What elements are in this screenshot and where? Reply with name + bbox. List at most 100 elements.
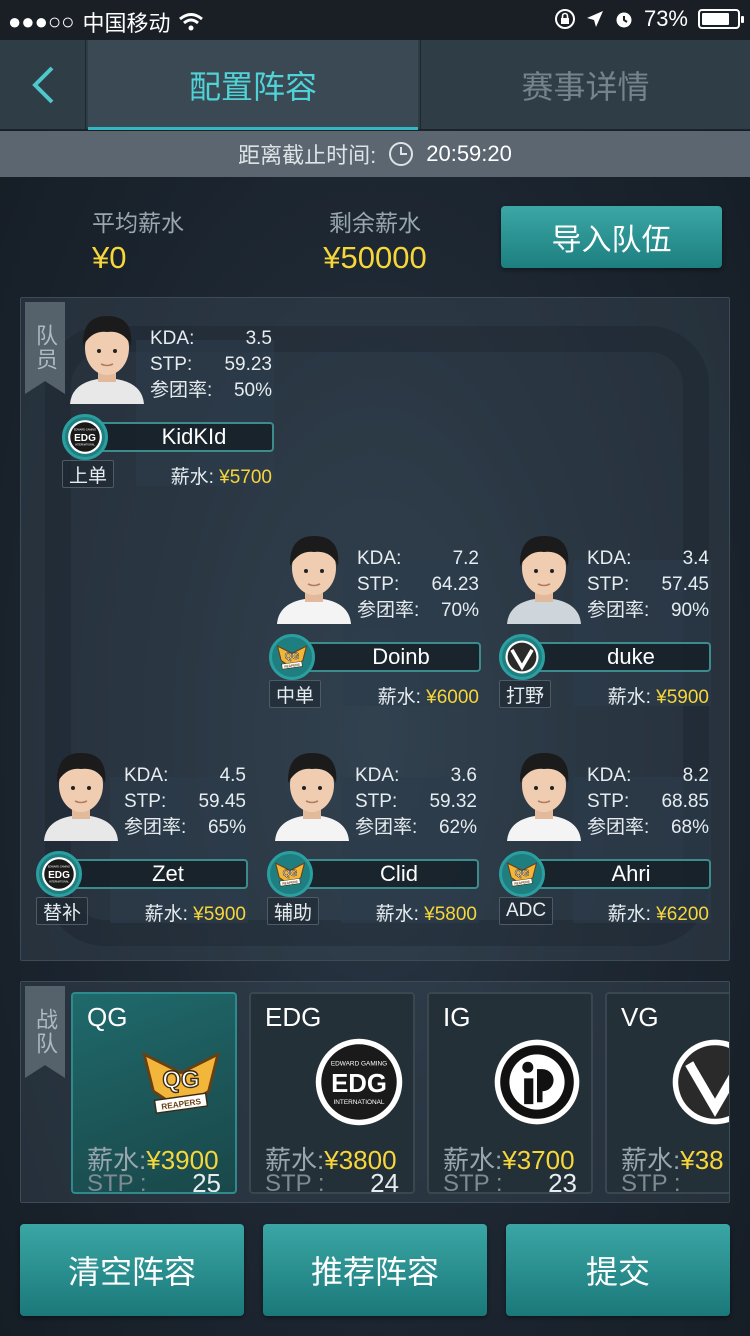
kda-label: KDA: xyxy=(150,328,195,349)
team-card-vg[interactable]: VG 薪水:¥38 STP : xyxy=(605,992,729,1194)
svg-text:EDWARD GAMING: EDWARD GAMING xyxy=(48,866,70,869)
team-name: VG xyxy=(621,1002,659,1032)
kda-label: KDA: xyxy=(357,548,402,569)
vg-logo-icon xyxy=(505,640,539,674)
player-card[interactable]: KDA: 4.5 STP: 59.45 参团率: 65% Zet EDWARD GAM… xyxy=(36,741,248,929)
rate-value: 90% xyxy=(670,600,709,621)
battery-percent: 73% xyxy=(643,6,688,31)
player-card[interactable]: KDA: 8.2 STP: 68.85 参团率: 68% Ahri QG REAPER… xyxy=(499,741,711,929)
player-position: 替补 xyxy=(36,897,89,925)
avatar xyxy=(267,741,357,841)
player-salary: 薪水: ¥5700 xyxy=(171,462,272,489)
avatar xyxy=(269,524,359,624)
team-stp-label: STP : xyxy=(265,1170,325,1194)
rate-label: 参团率: xyxy=(124,817,187,838)
salary-label: 薪水: xyxy=(170,467,214,488)
avatar xyxy=(499,524,589,624)
player-card[interactable]: KDA: 3.4 STP: 57.45 参团率: 90% duke 打野 薪水: ¥5… xyxy=(499,524,711,712)
player-avatar xyxy=(277,536,351,624)
remaining-salary: 剩余薪水 ¥50000 xyxy=(310,204,440,276)
kda-value: 3.5 xyxy=(245,328,272,349)
svg-text:EDG: EDG xyxy=(331,1070,387,1098)
rate-value: 68% xyxy=(670,817,709,838)
stp-label: STP: xyxy=(587,791,630,812)
team-stp-label: STP : xyxy=(443,1170,503,1194)
qg-logo-icon: QG REAPERS xyxy=(276,645,308,670)
team-stp-label: STP : xyxy=(87,1170,147,1194)
svg-text:INTERNATIONAL: INTERNATIONAL xyxy=(49,881,70,884)
clear-lineup-button[interactable]: 清空阵容 xyxy=(20,1224,244,1316)
player-salary: 薪水: ¥5900 xyxy=(145,899,246,926)
salary-label: 薪水: xyxy=(377,687,421,708)
chevron-left-icon xyxy=(31,66,53,104)
tab-match-details[interactable]: 赛事详情 xyxy=(420,40,750,130)
svg-text:INTERNATIONAL: INTERNATIONAL xyxy=(333,1099,384,1106)
team-logo: QG REAPERS xyxy=(135,1036,227,1128)
salary-value: ¥6000 xyxy=(426,687,479,708)
edg-logo-icon: EDWARD GAMING EDG INTERNATIONAL xyxy=(68,420,102,454)
submit-button[interactable]: 提交 xyxy=(506,1224,730,1316)
salary-value: ¥5700 xyxy=(219,467,272,488)
player-position: 上单 xyxy=(62,460,115,488)
top-nav: 配置阵容 赛事详情 xyxy=(0,40,750,130)
player-team-badge: EDWARD GAMING EDG INTERNATIONAL xyxy=(36,851,82,897)
player-stats: KDA: 8.2 STP: 68.85 参团率: 68% xyxy=(587,763,709,841)
player-team-badge: QG REAPERS xyxy=(267,851,313,897)
player-name: Zet xyxy=(64,859,248,889)
player-position: 打野 xyxy=(499,680,552,708)
player-card[interactable]: KDA: 3.6 STP: 59.32 参团率: 62% Clid QG REAPER… xyxy=(267,741,479,929)
player-card[interactable]: KDA: 7.2 STP: 64.23 参团率: 70% Doinb QG REAPE… xyxy=(269,524,481,712)
player-avatar xyxy=(507,536,581,624)
qg-logo-icon: QG REAPERS xyxy=(274,862,306,887)
team-logo xyxy=(491,1036,583,1128)
rate-label: 参团率: xyxy=(587,600,650,621)
edg-logo-icon: EDWARD GAMING EDG INTERNATIONAL xyxy=(42,857,76,891)
player-card[interactable]: KDA: 3.5 STP: 59.23 参团率: 50% KidKId EDWARD … xyxy=(62,304,274,492)
player-name: Doinb xyxy=(297,642,481,672)
back-button[interactable] xyxy=(0,40,86,130)
salary-value: ¥5900 xyxy=(193,904,246,925)
team-name: IG xyxy=(443,1002,471,1032)
player-avatar xyxy=(70,316,144,404)
rate-label: 参团率: xyxy=(355,817,418,838)
qg-logo-icon: QG REAPERS xyxy=(506,862,538,887)
avg-salary-label: 平均薪水 xyxy=(92,210,184,236)
stp-value: 68.85 xyxy=(661,791,709,812)
kda-label: KDA: xyxy=(587,765,632,786)
player-team-badge: QG REAPERS xyxy=(499,851,545,897)
avg-salary: 平均薪水 ¥0 xyxy=(88,204,188,276)
signal-strength: ●●●○○ xyxy=(8,9,75,34)
player-salary: 薪水: ¥6000 xyxy=(378,682,479,709)
rate-value: 70% xyxy=(440,600,479,621)
rate-value: 62% xyxy=(438,817,477,838)
svg-text:QG: QG xyxy=(162,1067,199,1094)
roster-panel: 队员 KDA: 3.5 STP: 59.23 参团率: 50% KidKId EDWA… xyxy=(20,297,730,961)
remaining-salary-value: ¥50000 xyxy=(323,240,427,275)
player-salary: 薪水: ¥6200 xyxy=(608,899,709,926)
player-stats: KDA: 3.4 STP: 57.45 参团率: 90% xyxy=(587,546,709,624)
player-team-badge xyxy=(499,634,545,680)
import-team-button[interactable]: 导入队伍 xyxy=(501,206,722,268)
team-card-edg[interactable]: EDG EDWARD GAMING EDG INTERNATIONAL 薪水:¥… xyxy=(249,992,415,1194)
player-name: KidKId xyxy=(90,422,274,452)
team-stp-label: STP : xyxy=(621,1170,681,1194)
team-card-ig[interactable]: IG 薪水:¥3700 STP : 23 xyxy=(427,992,593,1194)
avatar xyxy=(499,741,589,841)
svg-text:QG: QG xyxy=(283,868,298,878)
svg-text:EDG: EDG xyxy=(74,433,96,444)
tab-lineup[interactable]: 配置阵容 xyxy=(88,40,418,130)
stp-value: 57.45 xyxy=(661,574,709,595)
team-card-qg[interactable]: QG QG REAPERS 薪水:¥3900 STP : 25 xyxy=(71,992,237,1194)
vg-logo-icon xyxy=(672,1039,729,1125)
salary-value: ¥5800 xyxy=(424,904,477,925)
recommend-lineup-button[interactable]: 推荐阵容 xyxy=(263,1224,487,1316)
player-stats: KDA: 3.5 STP: 59.23 参团率: 50% xyxy=(150,326,272,404)
stp-value: 59.32 xyxy=(429,791,477,812)
deadline-time: 20:59:20 xyxy=(426,141,512,166)
salary-label: 薪水: xyxy=(607,904,651,925)
kda-label: KDA: xyxy=(355,765,400,786)
stp-value: 59.45 xyxy=(198,791,246,812)
player-position: 中单 xyxy=(269,680,322,708)
status-bar: ●●●○○ 中国移动 73% xyxy=(0,0,750,40)
salary-label: 薪水: xyxy=(144,904,188,925)
